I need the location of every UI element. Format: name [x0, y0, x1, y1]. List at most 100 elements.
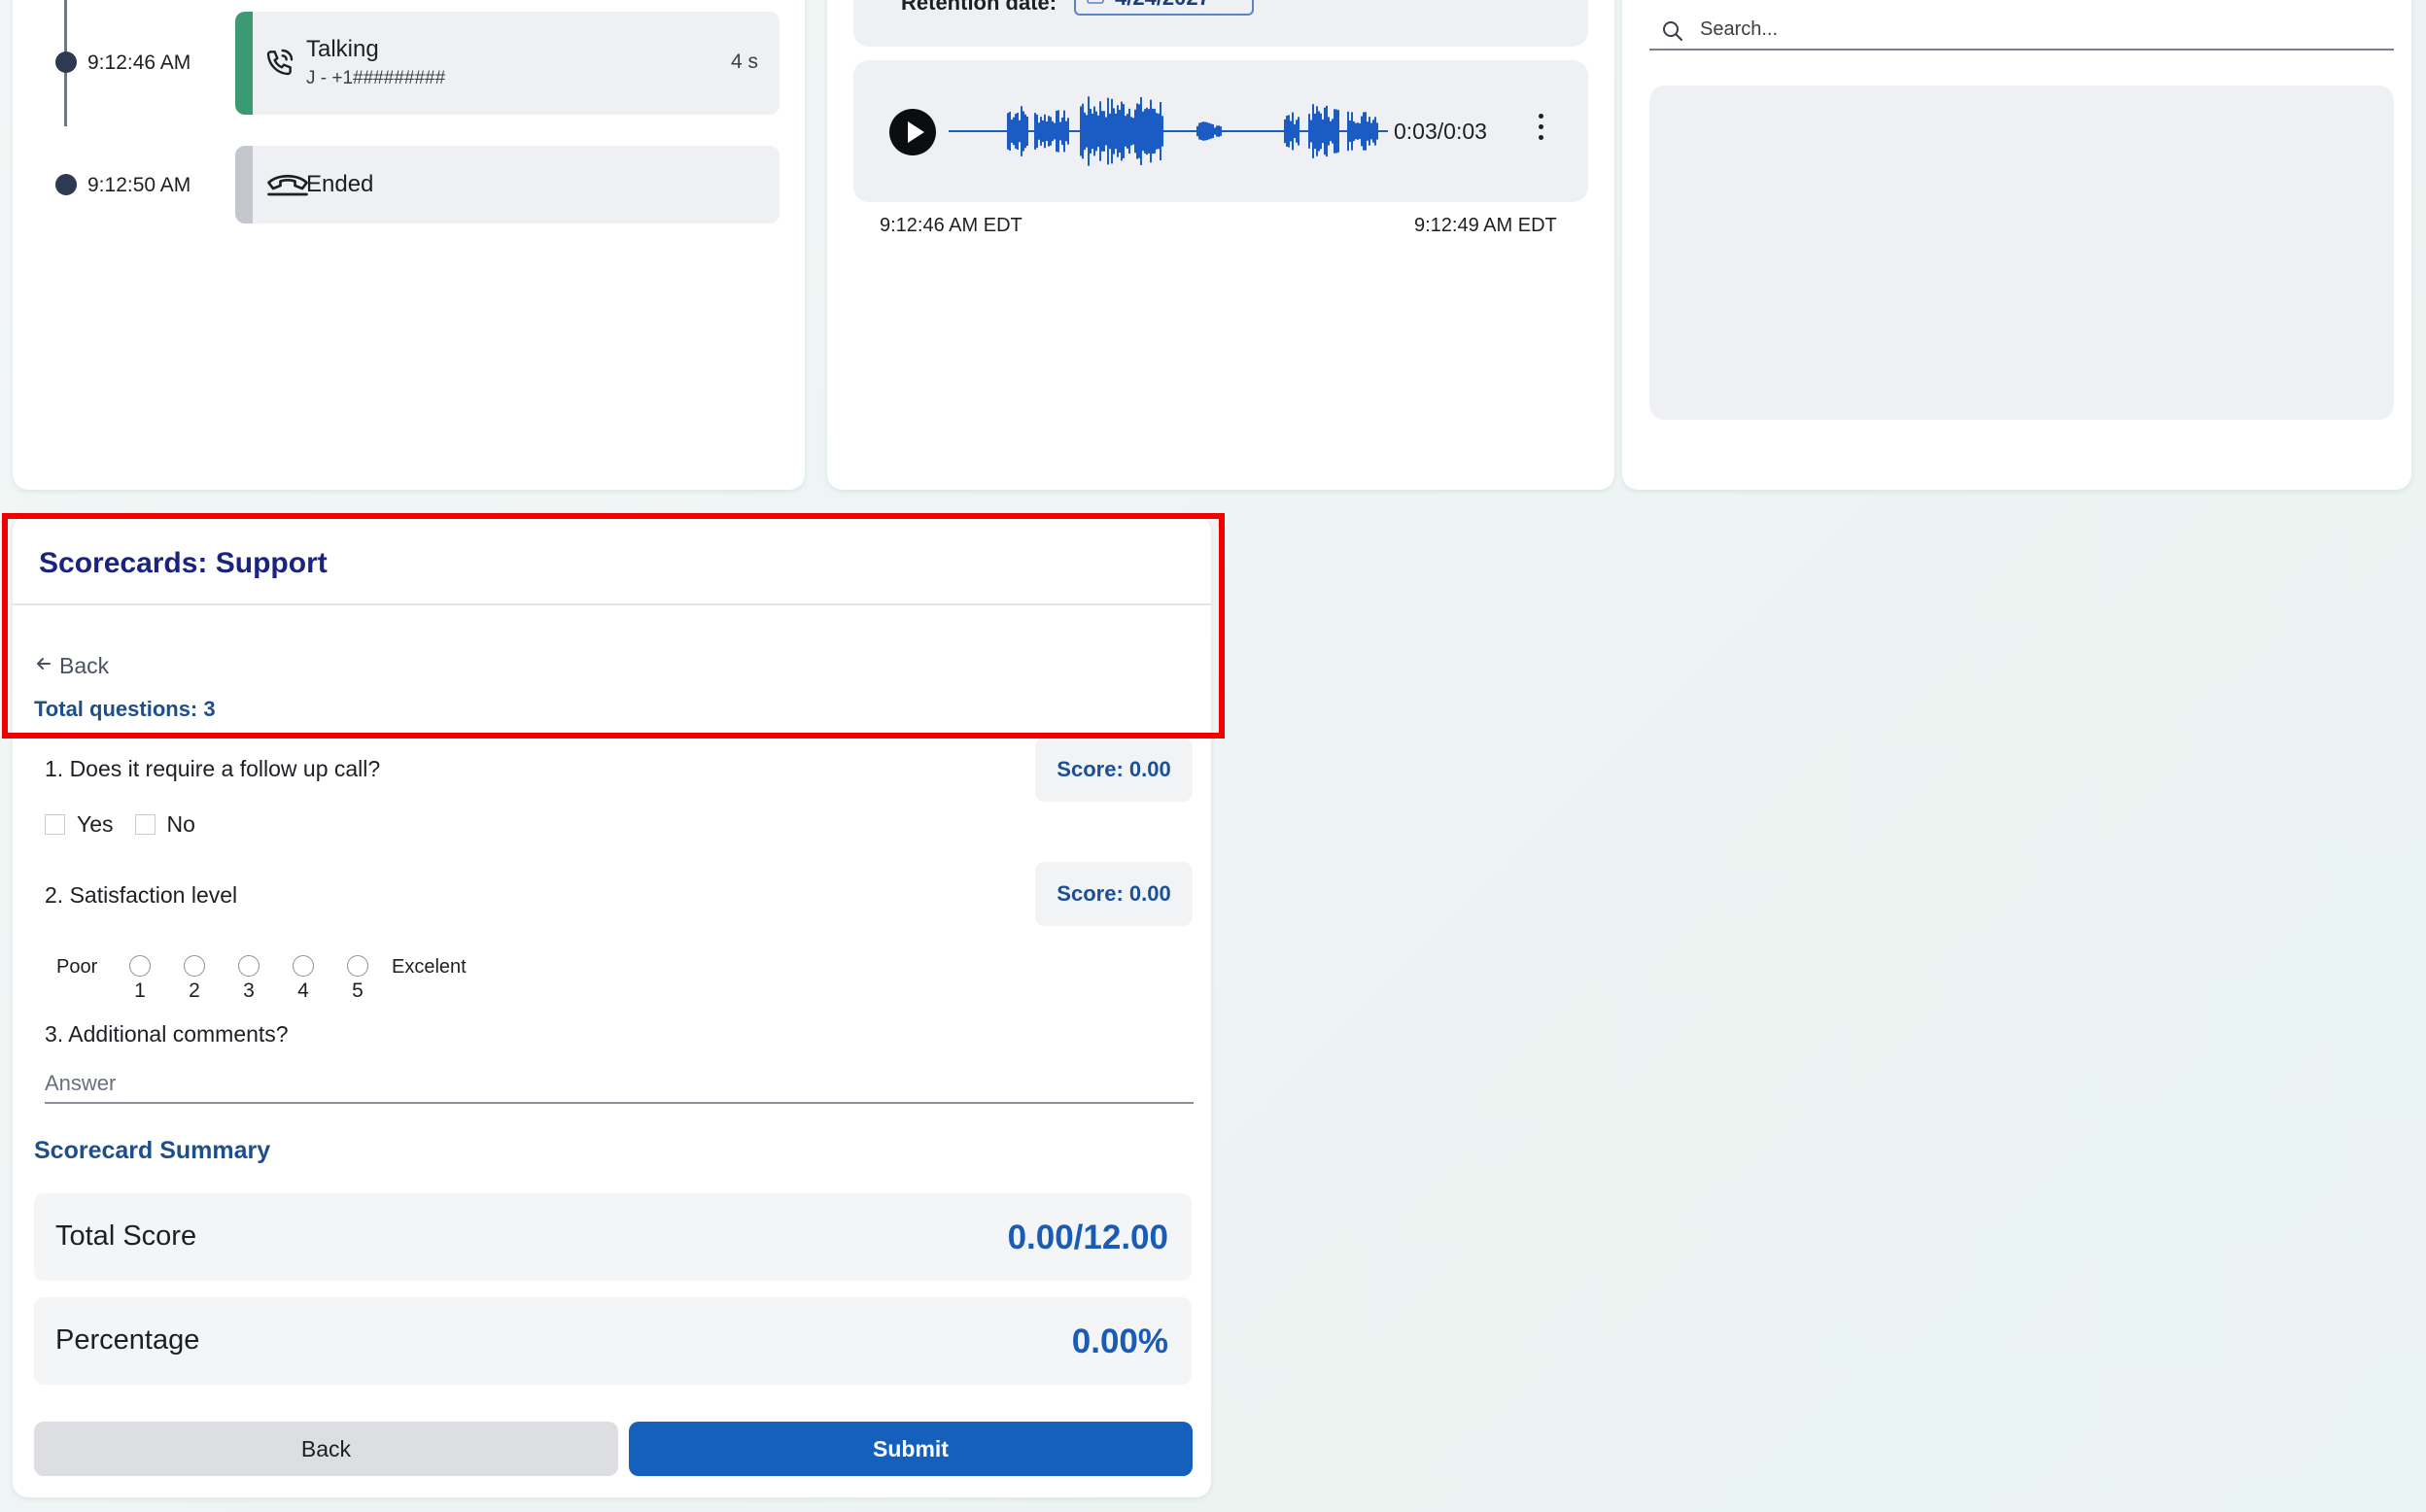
scorecard-panel: Scorecards: Support Back Total questions…: [13, 516, 1211, 1497]
waveform-sample: [1146, 107, 1148, 155]
waveform-sample: [1019, 120, 1021, 143]
waveform-sample: [1298, 117, 1300, 146]
rating-option[interactable]: 2: [180, 955, 209, 1003]
waveform-sample: [1050, 117, 1052, 146]
waveform-sample: [1196, 125, 1198, 137]
event-title: Talking: [306, 36, 379, 62]
divider: [13, 603, 1211, 605]
waveform-sample: [1310, 120, 1312, 143]
audio-player-panel: Retention date: 4/24/2027 0:03/0:03 9:12…: [827, 0, 1614, 490]
timeline-dot: [55, 174, 77, 195]
waveform-sample: [1161, 116, 1163, 147]
waveform-sample: [1140, 97, 1142, 165]
waveform-sample: [1324, 107, 1326, 155]
waveform-sample: [1322, 119, 1324, 144]
waveform-sample: [1042, 120, 1044, 143]
waveform-sample: [1044, 114, 1046, 149]
rating-radio[interactable]: [347, 955, 368, 977]
waveform-sample: [1119, 109, 1121, 154]
checkbox-no[interactable]: [134, 814, 156, 835]
rating-radio[interactable]: [238, 955, 260, 977]
waveform-sample: [1335, 109, 1337, 154]
waveform-sample: [1154, 109, 1156, 154]
waveform-sample: [1202, 121, 1204, 141]
rating-number: 3: [243, 979, 255, 1002]
waveform-sample: [1040, 117, 1042, 146]
waveform-sample: [1103, 111, 1105, 152]
waveform-sample: [1361, 116, 1363, 147]
rating-number: 2: [189, 979, 200, 1002]
calendar-icon: [1086, 0, 1105, 11]
rating-option[interactable]: 4: [289, 955, 318, 1003]
submit-button[interactable]: Submit: [629, 1422, 1193, 1476]
waveform-sample: [1026, 117, 1028, 146]
retention-date-value: 4/24/2027: [1115, 0, 1210, 11]
timeline-time: 9:12:50 AM: [87, 174, 191, 196]
end-timestamp: 9:12:49 AM EDT: [1414, 215, 1557, 236]
waveform-sample: [1136, 103, 1138, 159]
summary-title: Scorecard Summary: [34, 1137, 271, 1164]
waveform-sample: [1056, 110, 1057, 153]
transcript-panel: [1622, 0, 2411, 490]
rating-option[interactable]: 3: [234, 955, 263, 1003]
phone-talking-icon: [264, 47, 295, 83]
waveform-sample: [1022, 111, 1024, 152]
waveform-sample: [1007, 113, 1009, 150]
arrow-left-icon: [34, 653, 53, 679]
waveform-sample: [1330, 120, 1332, 142]
rating-option[interactable]: 1: [125, 955, 155, 1003]
waveform-sample: [1353, 120, 1355, 142]
waveform-sample: [1200, 121, 1202, 141]
waveform-sample: [1067, 118, 1069, 145]
waveform-sample: [1115, 113, 1117, 150]
waveform-sample: [1376, 122, 1378, 140]
transcript-content: [1649, 86, 2394, 420]
waveform-sample: [1210, 123, 1212, 139]
event-accent-bar: [235, 146, 253, 223]
waveform-sample: [1355, 122, 1357, 140]
waveform-sample: [1212, 123, 1214, 139]
checkbox-yes[interactable]: [45, 814, 65, 835]
play-button[interactable]: [889, 109, 936, 155]
back-button[interactable]: Back: [34, 1422, 618, 1476]
rating-radio[interactable]: [184, 955, 205, 977]
scorecard-title: Scorecards: Support: [39, 547, 328, 579]
timeline-time: 9:12:46 AM: [87, 52, 191, 74]
waveform-sample: [1015, 114, 1017, 149]
waveform-sample: [1369, 117, 1370, 146]
total-score-value: 0.00/12.00: [1007, 1219, 1168, 1256]
waveform-sample: [1290, 120, 1292, 142]
rating-radio[interactable]: [293, 955, 314, 977]
waveform-sample: [1347, 111, 1349, 152]
waveform-sample: [1334, 109, 1335, 154]
retention-date-picker[interactable]: 4/24/2027: [1074, 0, 1254, 16]
waveform-sample: [1208, 122, 1210, 140]
search-input[interactable]: [1700, 12, 2380, 47]
waveform-sample: [1111, 98, 1113, 164]
waveform-sample: [1130, 117, 1132, 146]
back-link[interactable]: Back: [34, 653, 109, 679]
waveform-sample: [1093, 106, 1095, 156]
waveform-sample: [1363, 112, 1365, 151]
rating-number: 1: [134, 979, 146, 1002]
audio-player: 0:03/0:03: [853, 60, 1588, 202]
answer-input[interactable]: [45, 1065, 1194, 1104]
waveform-sample: [1059, 121, 1061, 141]
waveform-sample: [1365, 112, 1367, 151]
waveform-sample: [1216, 125, 1218, 137]
rating-option[interactable]: 5: [343, 955, 372, 1003]
waveform-sample: [1017, 112, 1019, 151]
rating-radio[interactable]: [129, 955, 151, 977]
more-options-icon[interactable]: [1535, 114, 1546, 149]
audio-waveform[interactable]: [949, 89, 1388, 173]
timeline-event-talking[interactable]: Talking J - +1######### 4 s: [235, 12, 780, 115]
waveform-sample: [1374, 117, 1376, 146]
timeline-event-ended[interactable]: Ended: [235, 146, 780, 223]
waveform-sample: [1214, 127, 1216, 135]
waveform-sample: [1148, 109, 1150, 154]
waveform-sample: [1052, 120, 1054, 142]
waveform-sample: [1092, 113, 1093, 150]
waveform-sample: [1367, 121, 1369, 141]
waveform-sample: [1095, 111, 1097, 152]
waveform-sample: [1357, 122, 1359, 140]
